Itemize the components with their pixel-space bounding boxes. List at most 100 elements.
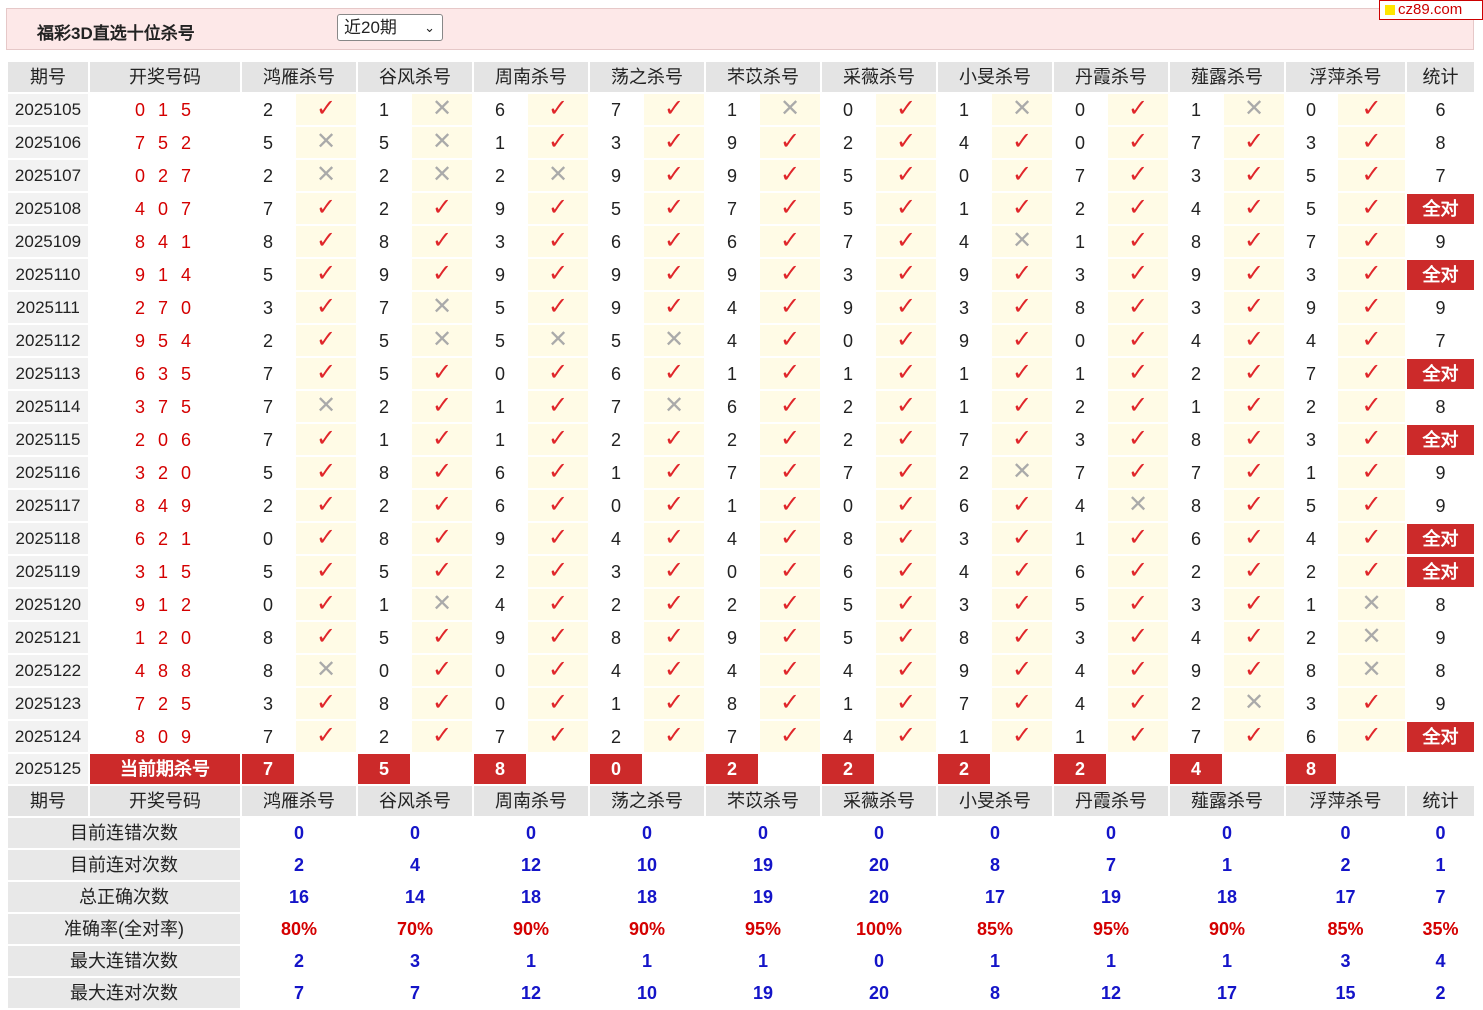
check-icon: ✓ xyxy=(663,293,685,320)
kill-number: 1 xyxy=(938,721,990,752)
period-range-select[interactable]: 近20期 ⌄ xyxy=(337,14,443,41)
stats-row: 最大连错次数 2 3 1 1 1 0 1 1 1 3 4 xyxy=(8,946,1474,976)
kill-number: 7 xyxy=(242,358,294,389)
all-correct-text: 全对 xyxy=(1407,523,1474,554)
site-watermark[interactable]: cz89.com xyxy=(1379,0,1483,20)
cross-icon: ✕ xyxy=(315,392,337,419)
hit-check-icon: ✓ xyxy=(296,589,356,620)
check-icon: ✓ xyxy=(1243,161,1265,188)
hit-count: 8 xyxy=(1407,589,1474,620)
cross-icon: ✕ xyxy=(1011,95,1033,122)
kill-number: 1 xyxy=(590,688,642,719)
issue-number: 2025110 xyxy=(8,259,88,290)
col-header-expert: 丹霞杀号 xyxy=(1054,786,1168,816)
hit-check-icon: ✓ xyxy=(528,622,588,653)
stat-value: 20 xyxy=(822,850,936,880)
hit-check-icon: ✓ xyxy=(528,457,588,488)
kill-number: 9 xyxy=(938,325,990,356)
kill-number: 7 xyxy=(938,688,990,719)
hit-count: 9 xyxy=(1407,490,1474,521)
hit-check-icon: ✓ xyxy=(1108,457,1168,488)
check-icon: ✓ xyxy=(547,425,569,452)
kill-number: 5 xyxy=(822,193,874,224)
stat-value: 3 xyxy=(1286,946,1405,976)
stat-value: 95% xyxy=(706,914,820,944)
check-icon: ✓ xyxy=(547,656,569,683)
check-icon: ✓ xyxy=(431,689,453,716)
hit-check-icon: ✓ xyxy=(1224,391,1284,422)
all-correct-badge: 全对 xyxy=(1407,523,1474,554)
check-icon: ✓ xyxy=(895,590,917,617)
check-icon: ✓ xyxy=(1243,392,1265,419)
kill-number: 9 xyxy=(706,259,758,290)
kill-number: 5 xyxy=(1286,193,1336,224)
hit-check-icon: ✓ xyxy=(1224,193,1284,224)
hit-check-icon: ✓ xyxy=(1108,127,1168,158)
check-icon: ✓ xyxy=(895,656,917,683)
check-icon: ✓ xyxy=(663,227,685,254)
hit-check-icon: ✓ xyxy=(1338,193,1405,224)
check-icon: ✓ xyxy=(1243,194,1265,221)
kill-number: 5 xyxy=(358,325,410,356)
hit-check-icon: ✓ xyxy=(412,655,472,686)
draw-number: 9 5 4 xyxy=(90,325,240,356)
cross-icon: ✕ xyxy=(1011,458,1033,485)
kill-number: 2 xyxy=(242,94,294,125)
hit-count: 8 xyxy=(1407,127,1474,158)
miss-cross-icon: ✕ xyxy=(412,94,472,125)
kill-number: 6 xyxy=(1286,721,1336,752)
hit-check-icon: ✓ xyxy=(528,226,588,257)
kill-number: 5 xyxy=(590,193,642,224)
check-icon: ✓ xyxy=(1243,722,1265,749)
miss-cross-icon: ✕ xyxy=(760,94,820,125)
kill-number: 1 xyxy=(938,193,990,224)
kill-number: 0 xyxy=(822,490,874,521)
check-icon: ✓ xyxy=(431,722,453,749)
stat-value: 18 xyxy=(1170,882,1284,912)
kill-number: 2 xyxy=(1170,358,1222,389)
hit-check-icon: ✓ xyxy=(992,622,1052,653)
draw-number: 9 1 4 xyxy=(90,259,240,290)
hit-count: 7 xyxy=(1407,325,1474,356)
hit-check-icon: ✓ xyxy=(876,325,936,356)
check-icon: ✓ xyxy=(895,491,917,518)
issue-number: 2025112 xyxy=(8,325,88,356)
kill-number: 5 xyxy=(822,160,874,191)
stat-value: 90% xyxy=(590,914,704,944)
kill-number: 8 xyxy=(242,655,294,686)
kill-number: 2 xyxy=(1054,193,1106,224)
hit-check-icon: ✓ xyxy=(1108,325,1168,356)
stat-value: 1 xyxy=(590,946,704,976)
miss-cross-icon: ✕ xyxy=(992,94,1052,125)
hit-check-icon: ✓ xyxy=(296,424,356,455)
hit-check-icon: ✓ xyxy=(992,127,1052,158)
kill-number: 9 xyxy=(358,259,410,290)
hit-check-icon: ✓ xyxy=(1338,358,1405,389)
hit-check-icon: ✓ xyxy=(528,655,588,686)
check-icon: ✓ xyxy=(779,392,801,419)
stat-value: 8 xyxy=(938,850,1052,880)
kill-number: 2 xyxy=(358,721,410,752)
kill-number: 1 xyxy=(1054,721,1106,752)
check-icon: ✓ xyxy=(1361,128,1382,155)
hit-check-icon: ✓ xyxy=(412,226,472,257)
empty-cell xyxy=(644,754,704,784)
check-icon: ✓ xyxy=(895,359,917,386)
kill-number: 3 xyxy=(590,127,642,158)
all-correct-text: 全对 xyxy=(1407,358,1474,389)
kill-number: 7 xyxy=(590,391,642,422)
stat-value: 14 xyxy=(358,882,472,912)
stat-total: 7 xyxy=(1407,882,1474,912)
check-icon: ✓ xyxy=(1011,491,1033,518)
col-header-issue: 期号 xyxy=(8,62,88,92)
col-header-issue: 期号 xyxy=(8,786,88,816)
stat-label: 最大连错次数 xyxy=(8,946,240,976)
kill-number: 2 xyxy=(358,490,410,521)
draw-number: 6 3 5 xyxy=(90,358,240,389)
kill-number-table: 期号 开奖号码 鸿雁杀号 谷风杀号 周南杀号 荡之杀号 芣苡杀号 采薇杀号 小旻杀号 丹霞杀号 薤露… xyxy=(6,60,1476,1010)
kill-number: 7 xyxy=(1286,226,1336,257)
stats-row: 最大连对次数 7 7 12 10 19 20 8 12 17 15 2 xyxy=(8,978,1474,1008)
kill-number: 5 xyxy=(1286,160,1336,191)
kill-number: 3 xyxy=(938,292,990,323)
hit-check-icon: ✓ xyxy=(412,490,472,521)
